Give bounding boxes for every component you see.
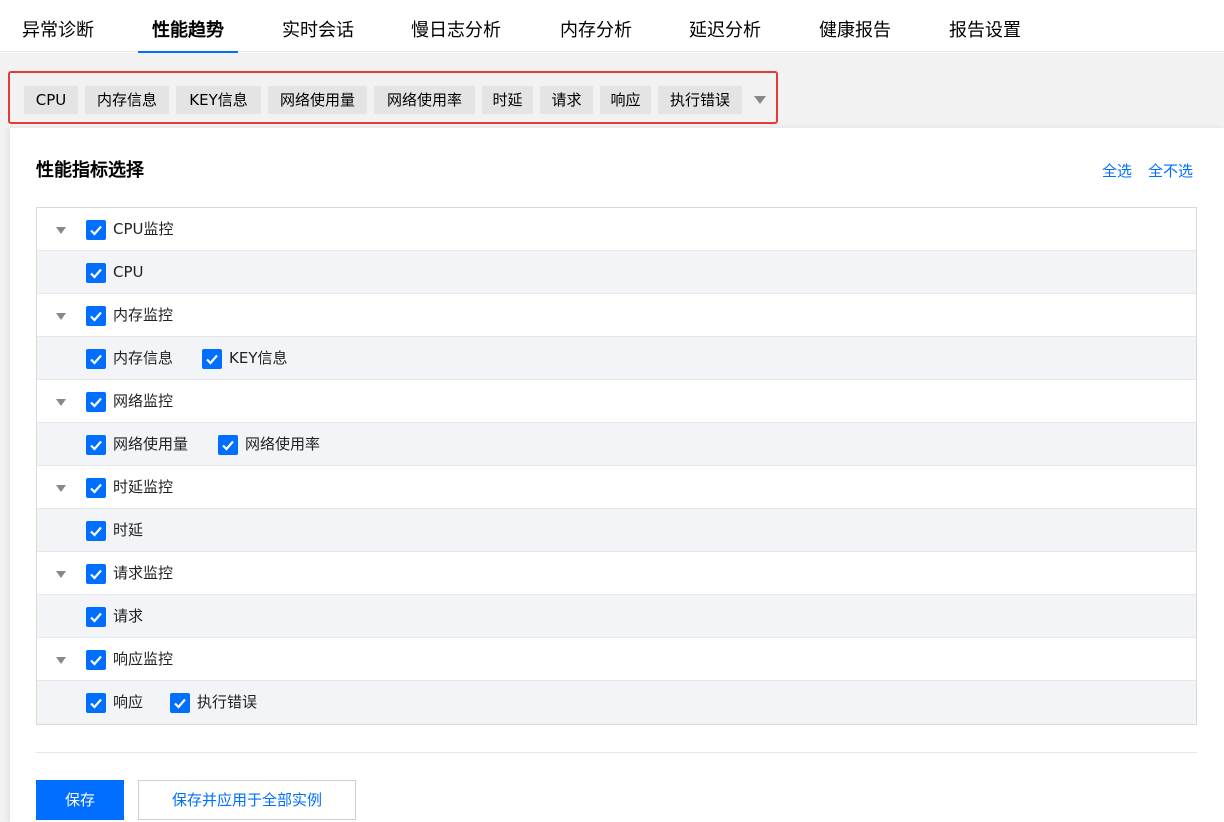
item-label: CPU — [113, 263, 144, 281]
group-label: CPU监控 — [113, 220, 174, 238]
chip-network-usage[interactable]: 网络使用量 — [268, 86, 367, 114]
tab-memory-analysis[interactable]: 内存分析 — [560, 0, 632, 52]
save-apply-all-button[interactable]: 保存并应用于全部实例 — [138, 780, 356, 820]
item-label: 网络使用量 — [113, 435, 189, 453]
select-all-link[interactable]: 全选 — [1102, 160, 1132, 181]
caret-down-icon[interactable] — [56, 657, 66, 664]
metric-selection-panel: 性能指标选择 全选 全不选 CPU监控 CPU 内存监控 内存信息 KEY信息 — [10, 128, 1224, 822]
top-tab-bar: 异常诊断 性能趋势 实时会话 慢日志分析 内存分析 延迟分析 健康报告 报告设置 — [0, 0, 1224, 53]
checkbox[interactable] — [86, 564, 106, 584]
metric-tree: CPU监控 CPU 内存监控 内存信息 KEY信息 网络监控 网络使用量 网络使… — [36, 207, 1197, 725]
checkbox[interactable] — [86, 607, 106, 627]
chip-memory-info[interactable]: 内存信息 — [85, 86, 169, 114]
tree-group-memory: 内存监控 — [37, 294, 1196, 337]
checkbox[interactable] — [86, 478, 106, 498]
checkbox[interactable] — [86, 392, 106, 412]
checkbox[interactable] — [218, 435, 238, 455]
caret-down-icon[interactable] — [56, 313, 66, 320]
checkbox[interactable] — [86, 306, 106, 326]
tree-group-network: 网络监控 — [37, 380, 1196, 423]
tree-group-cpu: CPU监控 — [37, 208, 1196, 251]
save-button[interactable]: 保存 — [36, 780, 124, 820]
group-label: 网络监控 — [113, 392, 174, 410]
tree-items-request: 请求 — [37, 595, 1196, 638]
tab-realtime-session[interactable]: 实时会话 — [282, 0, 354, 52]
tab-performance-trend[interactable]: 性能趋势 — [138, 0, 238, 53]
checkbox[interactable] — [202, 349, 222, 369]
tree-items-network: 网络使用量 网络使用率 — [37, 423, 1196, 466]
group-label: 内存监控 — [113, 306, 174, 324]
checkbox[interactable] — [86, 435, 106, 455]
tab-slow-log-analysis[interactable]: 慢日志分析 — [411, 0, 501, 52]
chip-key-info[interactable]: KEY信息 — [176, 86, 261, 114]
tab-report-settings[interactable]: 报告设置 — [949, 0, 1021, 52]
chip-response[interactable]: 响应 — [600, 86, 651, 114]
chip-network-utilization[interactable]: 网络使用率 — [374, 86, 475, 114]
caret-down-icon[interactable] — [56, 227, 66, 234]
chip-execution-error[interactable]: 执行错误 — [658, 86, 742, 114]
checkbox[interactable] — [86, 263, 106, 283]
item-label: 执行错误 — [197, 693, 258, 711]
item-label: 网络使用率 — [245, 435, 321, 453]
chip-latency[interactable]: 时延 — [482, 86, 533, 114]
item-label: 内存信息 — [113, 349, 174, 367]
divider — [36, 752, 1197, 753]
checkbox[interactable] — [86, 220, 106, 240]
checkbox[interactable] — [86, 349, 106, 369]
group-label: 响应监控 — [113, 650, 174, 668]
group-label: 请求监控 — [113, 564, 174, 582]
deselect-all-link[interactable]: 全不选 — [1148, 160, 1193, 181]
chip-cpu[interactable]: CPU — [24, 86, 78, 114]
tab-latency-analysis[interactable]: 延迟分析 — [689, 0, 761, 52]
caret-down-icon[interactable] — [56, 571, 66, 578]
tree-items-latency: 时延 — [37, 509, 1196, 552]
item-label: KEY信息 — [229, 349, 288, 367]
tree-items-cpu: CPU — [37, 251, 1196, 294]
caret-down-icon[interactable] — [56, 399, 66, 406]
item-label: 时延 — [113, 521, 144, 539]
item-label: 响应 — [113, 693, 144, 711]
tree-items-response: 响应 执行错误 — [37, 681, 1196, 724]
chip-request[interactable]: 请求 — [540, 86, 593, 114]
checkbox[interactable] — [170, 693, 190, 713]
tree-group-latency: 时延监控 — [37, 466, 1196, 509]
group-label: 时延监控 — [113, 478, 174, 496]
checkbox[interactable] — [86, 693, 106, 713]
checkbox[interactable] — [86, 650, 106, 670]
chevron-down-icon[interactable] — [754, 96, 766, 104]
tree-items-memory: 内存信息 KEY信息 — [37, 337, 1196, 380]
item-label: 请求 — [113, 607, 144, 625]
tree-group-response: 响应监控 — [37, 638, 1196, 681]
panel-title: 性能指标选择 — [36, 160, 144, 181]
tree-group-request: 请求监控 — [37, 552, 1196, 595]
tab-anomaly-diagnosis[interactable]: 异常诊断 — [22, 0, 94, 52]
tab-health-report[interactable]: 健康报告 — [819, 0, 891, 52]
caret-down-icon[interactable] — [56, 485, 66, 492]
checkbox[interactable] — [86, 521, 106, 541]
